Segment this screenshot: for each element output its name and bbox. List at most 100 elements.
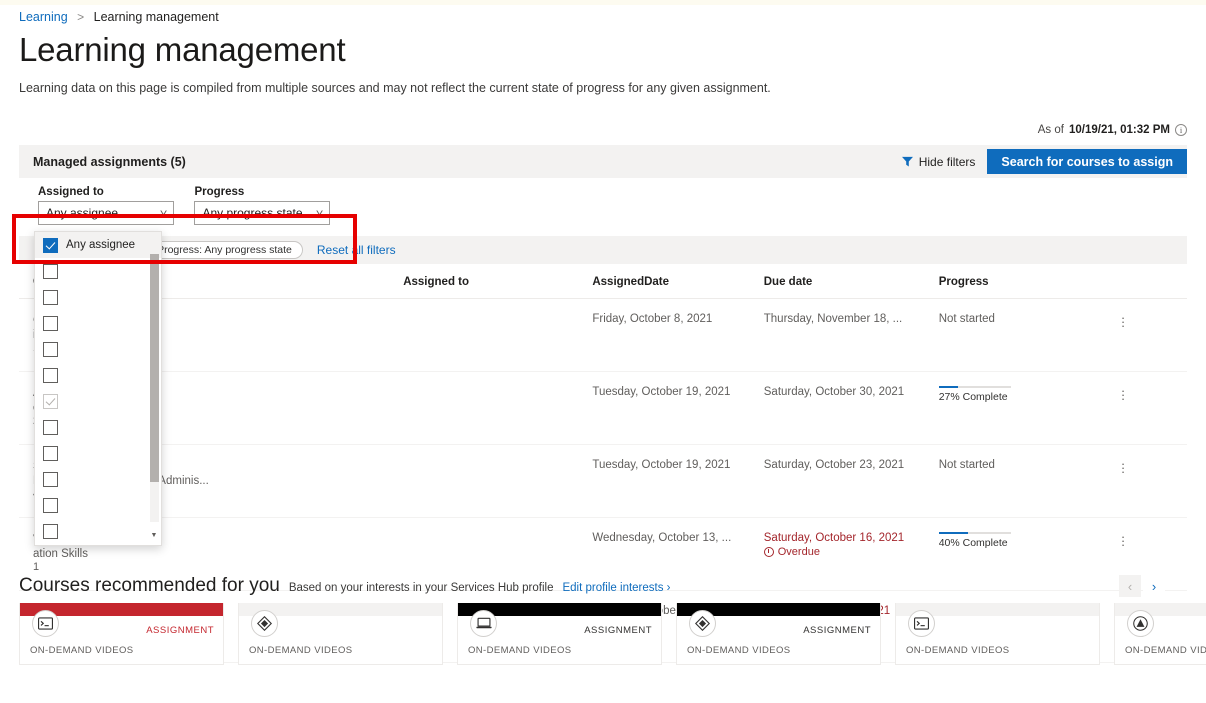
- recommended-card[interactable]: ON-DEMAND VIDEOS: [895, 603, 1100, 665]
- checkbox[interactable]: [43, 523, 58, 539]
- diamond-icon: [251, 610, 278, 637]
- checkbox[interactable]: [43, 237, 58, 253]
- table-row[interactable]: C iate 1 Friday, October 8, 2021 Thursda…: [19, 298, 1187, 372]
- search-courses-button[interactable]: Search for courses to assign: [987, 149, 1187, 174]
- recommended-card[interactable]: ASSIGNMENT ON-DEMAND VIDEOS: [19, 603, 224, 665]
- assignee-option[interactable]: [35, 284, 161, 310]
- kebab-menu-icon[interactable]: ...: [1116, 308, 1130, 329]
- laptop-icon: [470, 610, 497, 637]
- as-of-label: As of: [1037, 124, 1064, 136]
- assignee-option[interactable]: [35, 466, 161, 492]
- assigned-to-label: Assigned to: [38, 186, 104, 198]
- hide-filters-button[interactable]: Hide filters: [890, 145, 988, 178]
- progress-track: [938, 531, 1011, 534]
- as-of-value: 10/19/21, 01:32 PM: [1068, 124, 1170, 136]
- filter-pill-progress[interactable]: Progress: Any progress state: [146, 241, 303, 259]
- card-kind-label: ON-DEMAND VIDEOS: [906, 645, 1010, 656]
- page-subtitle: Learning data on this page is compiled f…: [19, 81, 771, 95]
- progress-status-text: 27% Complete: [938, 390, 1008, 403]
- recommended-card[interactable]: ASSIGNMENT ON-DEMAND VIDEOS: [676, 603, 881, 665]
- recommended-header: Courses recommended for you Based on you…: [19, 575, 671, 597]
- recommended-card[interactable]: ON-DEMAND VIDE: [1114, 603, 1206, 665]
- kebab-menu-icon[interactable]: ...: [1116, 454, 1130, 475]
- assignee-dropdown-list[interactable]: Any assignee ▼: [34, 231, 162, 546]
- kebab-menu-icon[interactable]: ...: [1116, 527, 1130, 548]
- assignee-option[interactable]: [35, 440, 161, 466]
- assignee-option[interactable]: [35, 336, 161, 362]
- due-date-value: Saturday, October 23, 2021: [763, 458, 905, 471]
- breadcrumb-link-learning[interactable]: Learning: [19, 10, 68, 24]
- checkbox[interactable]: [43, 367, 58, 383]
- top-accent-strip: [0, 0, 1206, 5]
- chevron-down-icon: ˅: [159, 208, 168, 218]
- panel-actions: Hide filters Search for courses to assig…: [890, 145, 1187, 178]
- cell-due-date: Thursday, November 18, ...: [763, 298, 939, 372]
- cell-assigned-to: [403, 444, 593, 518]
- panel-title: Managed assignments (5): [33, 154, 186, 169]
- dropdown-scrollbar-thumb[interactable]: [150, 254, 159, 482]
- recommended-card[interactable]: ASSIGNMENT ON-DEMAND VIDEOS: [457, 603, 662, 665]
- progress-bar: 40% Complete: [938, 531, 1011, 549]
- dropdown-scrollbar[interactable]: [150, 254, 159, 522]
- cell-progress: Not started: [938, 298, 1117, 372]
- breadcrumb: Learning > Learning management: [19, 10, 219, 24]
- progress-select[interactable]: Any progress state ˅: [194, 201, 331, 225]
- chevron-down-icon[interactable]: ▼: [150, 532, 158, 539]
- terminal-icon: [32, 610, 59, 637]
- reset-all-filters-link[interactable]: Reset all filters: [317, 243, 396, 257]
- checkbox[interactable]: [43, 315, 58, 331]
- checkbox[interactable]: [43, 497, 58, 513]
- progress-value: Any progress state: [202, 206, 303, 220]
- progress-track: [938, 385, 1011, 388]
- due-date-value: Saturday, October 16, 2021: [763, 531, 905, 544]
- assignee-option[interactable]: [35, 414, 161, 440]
- assignee-option[interactable]: [35, 362, 161, 388]
- terminal-icon: [908, 610, 935, 637]
- checkbox[interactable]: [43, 471, 58, 487]
- assigned-to-select[interactable]: Any assignee ˅: [38, 201, 174, 225]
- assignee-option[interactable]: [35, 388, 161, 414]
- hide-filters-label: Hide filters: [918, 154, 976, 169]
- assignee-option[interactable]: [35, 258, 161, 284]
- checkbox[interactable]: [43, 393, 58, 409]
- progress-status-text: Not started: [938, 313, 995, 325]
- checkbox[interactable]: [43, 341, 58, 357]
- assigned-to-value: Any assignee: [46, 206, 119, 220]
- assignee-option-label: Any assignee: [66, 239, 136, 251]
- col-progress[interactable]: Progress: [938, 264, 1117, 299]
- cell-assigned-date: Tuesday, October 19, 2021: [592, 371, 764, 445]
- course-name[interactable]: ation Skills: [33, 548, 403, 560]
- col-assigned-date[interactable]: AssignedDate: [592, 264, 764, 299]
- assignee-option[interactable]: [35, 492, 161, 518]
- filter-bar: Assigned to Any assignee ˅ Progress Any …: [12, 178, 1187, 264]
- progress-fill: [938, 531, 968, 534]
- cell-progress: Not started: [938, 444, 1117, 518]
- cell-due-date: Saturday, October 23, 2021: [763, 444, 939, 518]
- card-kind-label: ON-DEMAND VIDEOS: [687, 645, 791, 656]
- table-row[interactable]: A onnect 2 Tuesday, October 19, 2021 Sat…: [19, 371, 1187, 445]
- assignee-option[interactable]: Any assignee: [35, 232, 161, 258]
- cell-actions: ...: [1116, 371, 1187, 445]
- assignee-option[interactable]: [35, 310, 161, 336]
- checkbox[interactable]: [43, 289, 58, 305]
- assignee-option[interactable]: [35, 518, 161, 544]
- col-assigned-to[interactable]: Assigned to: [403, 264, 593, 299]
- table-row[interactable]: S Manager: Concepts and Adminis... 4 Tue…: [19, 444, 1187, 518]
- table-header: Course Assigned to AssignedDate Due date…: [19, 264, 1187, 299]
- edit-profile-interests-link[interactable]: Edit profile interests ›: [562, 582, 670, 594]
- carousel-prev-button[interactable]: ‹: [1119, 575, 1141, 597]
- carousel-next-button[interactable]: ›: [1143, 575, 1165, 597]
- diamond-icon: [689, 610, 716, 637]
- card-kind-label: ON-DEMAND VIDEOS: [249, 645, 353, 656]
- progress-fill: [938, 385, 959, 388]
- info-icon[interactable]: i: [1175, 124, 1187, 136]
- assignment-badge: ASSIGNMENT: [146, 625, 214, 636]
- course-meta-line2: 1: [33, 560, 40, 573]
- checkbox[interactable]: [43, 263, 58, 279]
- checkbox[interactable]: [43, 445, 58, 461]
- col-due-date[interactable]: Due date: [763, 264, 939, 299]
- assignee-dropdown-options: Any assignee: [35, 232, 161, 544]
- checkbox[interactable]: [43, 419, 58, 435]
- kebab-menu-icon[interactable]: ...: [1116, 381, 1130, 402]
- recommended-card[interactable]: ON-DEMAND VIDEOS: [238, 603, 443, 665]
